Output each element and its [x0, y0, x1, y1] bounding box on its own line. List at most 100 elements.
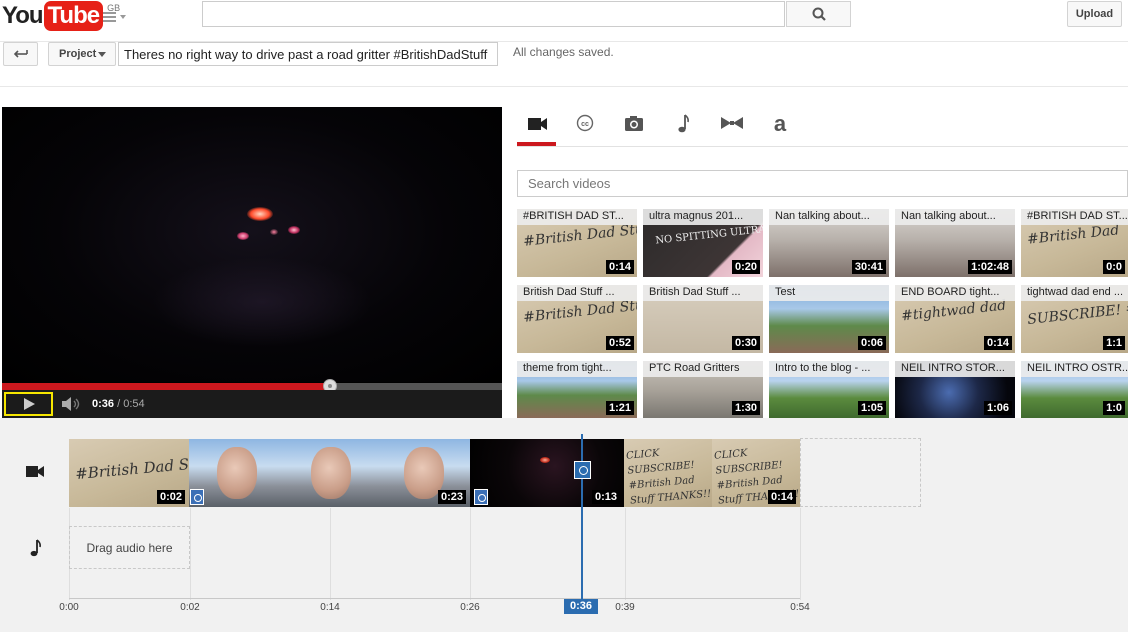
- timeline-clip[interactable]: #British Dad Stuff 0:02: [69, 439, 189, 507]
- video-thumbnail[interactable]: NEIL INTRO OSTR... 1:0: [1021, 361, 1128, 418]
- thumbnail-duration: 1:05: [857, 401, 886, 415]
- tab-audio[interactable]: [663, 110, 703, 140]
- thumbnail-title: British Dad Stuff ...: [517, 285, 637, 301]
- back-button[interactable]: [3, 42, 38, 66]
- thumbnail-duration: 0:14: [983, 336, 1012, 350]
- tabs-divider: [517, 146, 1128, 147]
- svg-text:a: a: [774, 111, 787, 136]
- thumbnail-title: ultra magnus 201...: [643, 209, 763, 225]
- thumbnail-title: Nan talking about...: [895, 209, 1015, 225]
- search-videos-input[interactable]: Search videos: [517, 170, 1128, 197]
- clip-duration: 0:02: [156, 490, 185, 504]
- thumbnail-duration: 30:41: [851, 260, 886, 274]
- search-icon: [812, 7, 826, 21]
- timeline-clip[interactable]: 0:23: [376, 439, 470, 507]
- thumbnail-title: NEIL INTRO OSTR...: [1021, 361, 1128, 377]
- tab-videos[interactable]: [517, 110, 557, 140]
- thumbnail-title: Nan talking about...: [769, 209, 889, 225]
- thumbnail-duration: 1:02:48: [968, 260, 1012, 274]
- thumbnail-duration: 1:30: [731, 401, 760, 415]
- thumbnail-duration: 1:06: [983, 401, 1012, 415]
- timeline-clip[interactable]: [283, 439, 376, 507]
- thumbnail-title: END BOARD tight...: [895, 285, 1015, 301]
- video-thumbnail[interactable]: Intro to the blog - ... 1:05: [769, 361, 889, 418]
- timeline-tick-label: 0:02: [180, 602, 200, 613]
- thumbnail-duration: 0:0: [1103, 260, 1125, 274]
- timeline-gridline: [625, 508, 626, 600]
- clip-duration: 0:23: [437, 490, 466, 504]
- thumbnail-duration: 1:21: [605, 401, 634, 415]
- playhead-handle[interactable]: [574, 461, 591, 479]
- logo-you-text: You: [2, 2, 44, 29]
- transition-marker-icon[interactable]: [474, 489, 488, 505]
- video-thumbnail[interactable]: Nan talking about... 1:02:48: [895, 209, 1015, 277]
- timeline-tick-label: 0:00: [59, 602, 79, 613]
- thumbnail-artwork-text: #tightwad dad: [900, 297, 1008, 325]
- tab-captions[interactable]: cc: [565, 110, 605, 140]
- thumbnail-duration: 0:30: [731, 336, 760, 350]
- thumbnail-title: #BRITISH DAD ST...: [517, 209, 637, 225]
- editor-bar-divider: [0, 86, 1128, 87]
- playhead-grip-icon: [579, 466, 588, 475]
- thumbnail-duration: 0:20: [731, 260, 760, 274]
- tab-photos[interactable]: [614, 110, 654, 140]
- total-duration: 0:54: [123, 398, 145, 410]
- play-icon: [24, 398, 35, 410]
- current-time: 0:36: [92, 398, 115, 410]
- chevron-down-icon: [98, 52, 106, 57]
- transition-marker-icon[interactable]: [190, 489, 204, 505]
- thumbnail-title: PTC Road Gritters: [643, 361, 763, 377]
- bowtie-icon: [721, 117, 743, 129]
- volume-icon[interactable]: [60, 396, 82, 412]
- thumbnail-duration: 0:52: [605, 336, 634, 350]
- thumbnail-title: #BRITISH DAD ST...: [1021, 209, 1128, 225]
- audio-track-icon: [30, 539, 41, 557]
- tab-text[interactable]: a: [760, 110, 800, 140]
- time-display: 0:36 / 0:54: [92, 398, 145, 410]
- video-thumbnail[interactable]: #British Dad Stuff #BRITISH DAD ST... 0:14: [517, 209, 637, 277]
- project-dropdown[interactable]: Project: [48, 42, 116, 66]
- timeline-gridline: [470, 508, 471, 600]
- search-button[interactable]: [786, 1, 851, 27]
- timeline-ruler: [69, 598, 800, 599]
- video-thumbnail[interactable]: Test 0:06: [769, 285, 889, 353]
- video-thumbnail[interactable]: SUBSCRIBE! #tightwad tightwad dad end ...…: [1021, 285, 1128, 353]
- thumbnail-duration: 0:06: [857, 336, 886, 350]
- video-thumbnail[interactable]: NO SPITTING ULTRA MAGNUSultra magnus 201…: [643, 209, 763, 277]
- video-thumbnail[interactable]: theme from tight... 1:21: [517, 361, 637, 418]
- video-player[interactable]: 0:36 / 0:54: [2, 107, 502, 418]
- timeline-tick-label: 0:14: [320, 602, 340, 613]
- video-thumbnail[interactable]: #British Dad #BRITISH DAD ST... 0:0: [1021, 209, 1128, 277]
- video-camera-icon: [528, 118, 547, 130]
- thumbnail-duration: 0:14: [605, 260, 634, 274]
- time-separator: /: [117, 398, 121, 410]
- timeline-gridline: [800, 508, 801, 600]
- clip-artwork-text: CLICK SUBSCRIBE! #British Dad Stuff THAN…: [625, 447, 712, 507]
- video-thumbnail[interactable]: British Dad Stuff ... 0:30: [643, 285, 763, 353]
- video-thumbnail[interactable]: NEIL INTRO STOR... 1:06: [895, 361, 1015, 418]
- upload-button[interactable]: Upload: [1067, 1, 1122, 27]
- timeline-tick-label: 0:39: [615, 602, 635, 613]
- timeline-clip[interactable]: CLICK SUBSCRIBE! #British Dad Stuff THAN…: [624, 439, 712, 507]
- playhead-time: 0:36: [564, 599, 598, 614]
- thumbnail-title: theme from tight...: [517, 361, 637, 377]
- playhead-line[interactable]: [581, 434, 583, 604]
- music-note-icon: [678, 114, 689, 133]
- timeline-gridline: [330, 508, 331, 600]
- timeline-clip[interactable]: 0:13: [470, 439, 624, 507]
- clip-artwork-text: #British Dad Stuff: [74, 452, 189, 484]
- search-input[interactable]: [202, 1, 785, 27]
- video-thumbnail[interactable]: Nan talking about... 30:41: [769, 209, 889, 277]
- play-button[interactable]: [4, 392, 53, 416]
- tab-transitions[interactable]: [712, 110, 752, 140]
- video-thumbnail[interactable]: PTC Road Gritters 1:30: [643, 361, 763, 418]
- save-status: All changes saved.: [513, 45, 614, 59]
- audio-drop-zone[interactable]: Drag audio here: [69, 526, 190, 569]
- video-drop-zone[interactable]: [800, 438, 921, 507]
- guide-menu-icon[interactable]: [103, 10, 127, 24]
- project-title-input[interactable]: Theres no right way to drive past a road…: [118, 42, 498, 66]
- timeline-clip[interactable]: CLICK SUBSCRIBE! #British Dad Stuff THAN…: [712, 439, 800, 507]
- video-thumbnail[interactable]: #tightwad dad END BOARD tight... 0:14: [895, 285, 1015, 353]
- video-thumbnail[interactable]: #British Dad Stuff British Dad Stuff ... 0…: [517, 285, 637, 353]
- thumbnail-title: British Dad Stuff ...: [643, 285, 763, 301]
